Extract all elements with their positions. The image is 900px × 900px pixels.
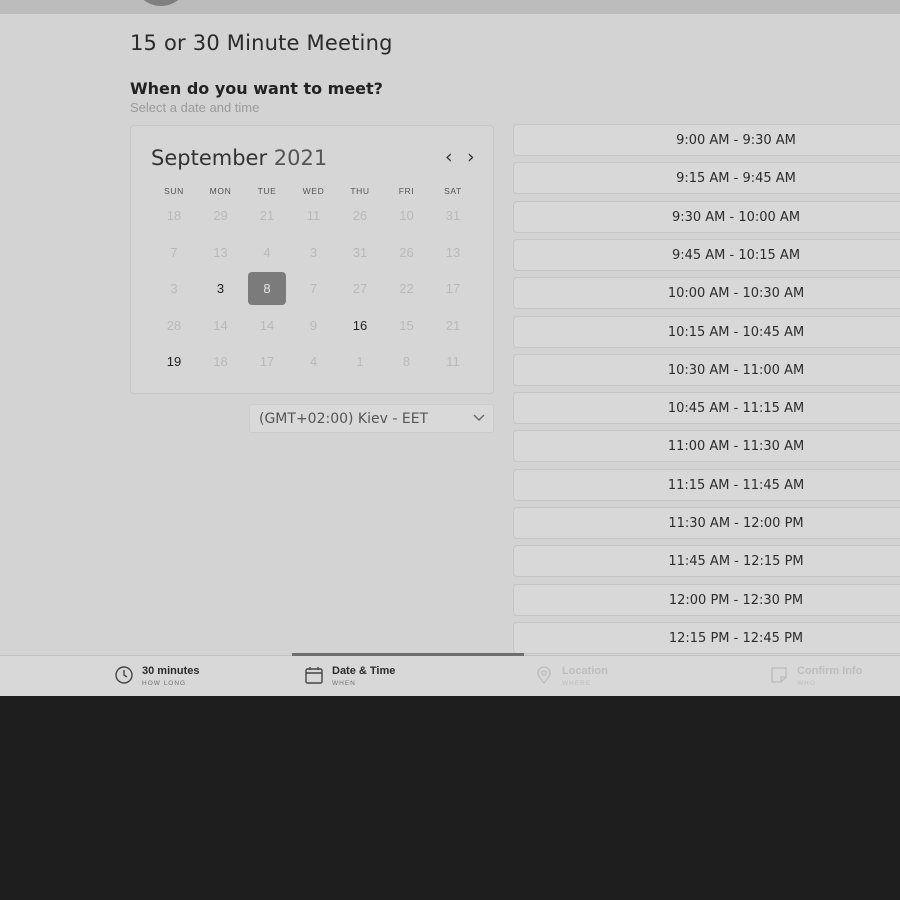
timezone-select[interactable]: (GMT+02:00) Kiev - EET bbox=[249, 404, 494, 433]
time-slot-label: 11:30 AM - 12:00 PM bbox=[668, 516, 804, 531]
step-label: 30 minutes bbox=[142, 665, 200, 677]
calendar-day: 31 bbox=[445, 208, 461, 223]
previous-month-button[interactable]: ‹ bbox=[445, 146, 453, 168]
calendar-day: 3 bbox=[309, 244, 318, 260]
time-slot-button[interactable]: 10:30 AM - 11:00 AM bbox=[513, 353, 900, 386]
calendar-day: 21 bbox=[259, 208, 275, 223]
time-slot-button[interactable]: 11:45 AM - 12:15 PM bbox=[513, 545, 900, 578]
calendar-month: September bbox=[151, 146, 268, 170]
calendar-day: 11 bbox=[446, 354, 460, 370]
calendar-day: 29 bbox=[213, 208, 228, 223]
calendar-day: 8 bbox=[402, 354, 411, 370]
calendar-icon bbox=[305, 667, 323, 684]
time-slot-label: 9:00 AM - 9:30 AM bbox=[676, 133, 796, 148]
step-sublabel: HOW LONG bbox=[142, 680, 187, 687]
calendar-day: 26 bbox=[399, 244, 414, 260]
calendar-day: 28 bbox=[166, 317, 182, 333]
timezone-label: (GMT+02:00) Kiev - EET bbox=[259, 411, 429, 427]
time-slot-label: 12:15 PM - 12:45 PM bbox=[668, 630, 804, 646]
time-slot-label: 11:00 AM - 11:30 AM bbox=[667, 439, 805, 455]
current-step-indicator bbox=[292, 653, 524, 656]
note-icon bbox=[771, 667, 787, 683]
calendar-day: 18 bbox=[166, 208, 182, 223]
calendar-day: 14 bbox=[259, 317, 275, 333]
calendar-day[interactable]: 16 bbox=[341, 309, 379, 342]
calendar-day[interactable]: 19 bbox=[155, 345, 193, 378]
time-slot-button[interactable]: 10:45 AM - 11:15 AM bbox=[513, 392, 900, 425]
avatar bbox=[133, 0, 189, 6]
calendar-day: 13 bbox=[213, 244, 228, 260]
calendar-day: 11 bbox=[306, 208, 321, 223]
calendar-day-selected[interactable]: 8 bbox=[248, 272, 286, 306]
calendar-day[interactable]: 3 bbox=[202, 272, 240, 305]
calendar-day: 21 bbox=[445, 317, 461, 333]
calendar-day: 4 bbox=[309, 354, 318, 370]
time-slot-label: 9:30 AM - 10:00 AM bbox=[671, 209, 801, 225]
time-slot-button[interactable]: 9:45 AM - 10:15 AM bbox=[513, 238, 900, 271]
chevron-down-icon bbox=[473, 414, 485, 421]
calendar-day: 22 bbox=[399, 281, 414, 297]
step-label: Location bbox=[562, 665, 608, 677]
time-slot-label: 11:45 AM - 12:15 PM bbox=[668, 554, 804, 570]
time-slot-button[interactable]: 9:30 AM - 10:00 AM bbox=[513, 200, 900, 233]
time-slot-button[interactable]: 9:00 AM - 9:30 AM bbox=[513, 124, 900, 156]
calendar-day: 10 bbox=[399, 208, 414, 223]
calendar-day: 3 bbox=[170, 281, 178, 297]
calendar-day: 1 bbox=[356, 354, 364, 370]
calendar-day: 27 bbox=[352, 281, 368, 297]
calendar-day: 31 bbox=[352, 244, 368, 260]
weekday-label: THU bbox=[350, 186, 370, 196]
calendar-day: 4 bbox=[263, 244, 271, 260]
calendar-day: 17 bbox=[445, 281, 461, 297]
progress-steps-bar: 30 minutes HOW LONG Date & Time WHEN Loc… bbox=[0, 653, 900, 696]
clock-icon bbox=[115, 666, 133, 684]
calendar-year: 2021 bbox=[273, 146, 328, 170]
calendar-day: 14 bbox=[213, 317, 228, 333]
time-slot-label: 10:15 AM - 10:45 AM bbox=[667, 324, 805, 340]
weekday-label: WED bbox=[302, 186, 325, 196]
calendar-day: 26 bbox=[352, 208, 368, 223]
calendar: September 2021 ‹ › SUN MON TUE WED THU FRI SAT… bbox=[130, 125, 494, 394]
calendar-day: 13 bbox=[445, 244, 461, 260]
time-slot-label: 9:45 AM - 10:15 AM bbox=[671, 247, 801, 263]
weekday-label: FRI bbox=[398, 186, 415, 196]
time-slot-label: 10:00 AM - 10:30 AM bbox=[667, 286, 805, 302]
time-slot-button[interactable]: 10:15 AM - 10:45 AM bbox=[513, 315, 900, 348]
calendar-day: 18 bbox=[213, 354, 228, 370]
top-bar bbox=[0, 0, 900, 14]
calendar-day: 15 bbox=[399, 317, 414, 333]
time-slot-button[interactable]: 10:00 AM - 10:30 AM bbox=[513, 277, 900, 310]
time-slot-button[interactable]: 12:00 PM - 12:30 PM bbox=[513, 583, 900, 616]
step-sublabel: WHEN bbox=[332, 680, 356, 687]
time-slot-label: 10:30 AM - 11:00 AM bbox=[667, 362, 805, 378]
step-label: Date & Time bbox=[332, 665, 396, 677]
calendar-month-year: September 2021 bbox=[151, 146, 327, 170]
calendar-day: 7 bbox=[170, 244, 178, 260]
calendar-day: 9 bbox=[309, 317, 318, 333]
time-slot-button[interactable]: 11:00 AM - 11:30 AM bbox=[513, 430, 900, 463]
time-slot-button[interactable]: 12:15 PM - 12:45 PM bbox=[513, 621, 900, 654]
location-pin-icon bbox=[537, 666, 551, 685]
step-label: Confirm Info bbox=[797, 665, 863, 677]
step-sublabel: WHERE bbox=[562, 680, 592, 687]
page-title: 15 or 30 Minute Meeting bbox=[130, 31, 393, 55]
time-slot-label: 10:45 AM - 11:15 AM bbox=[667, 401, 805, 417]
weekday-label: TUE bbox=[257, 186, 277, 196]
time-slot-label: 9:15 AM - 9:45 AM bbox=[676, 171, 796, 187]
time-slot-label: 11:15 AM - 11:45 AM bbox=[667, 477, 805, 493]
section-subheading: Select a date and time bbox=[130, 100, 260, 115]
time-slot-label: 12:00 PM - 12:30 PM bbox=[668, 592, 804, 608]
time-slot-button[interactable]: 9:15 AM - 9:45 AM bbox=[513, 162, 900, 195]
weekday-label: SAT bbox=[444, 186, 462, 196]
section-heading: When do you want to meet? bbox=[130, 79, 383, 98]
calendar-day: 7 bbox=[309, 281, 318, 297]
weekday-label: SUN bbox=[164, 186, 184, 196]
weekday-label: MON bbox=[209, 186, 232, 196]
calendar-day: 17 bbox=[259, 354, 275, 370]
step-sublabel: WHO bbox=[797, 680, 816, 687]
time-slot-button[interactable]: 11:30 AM - 12:00 PM bbox=[513, 507, 900, 539]
scheduling-app: 15 or 30 Minute Meeting When do you want… bbox=[0, 0, 900, 696]
time-slot-button[interactable]: 11:15 AM - 11:45 AM bbox=[513, 468, 900, 501]
next-month-button[interactable]: › bbox=[467, 146, 475, 168]
